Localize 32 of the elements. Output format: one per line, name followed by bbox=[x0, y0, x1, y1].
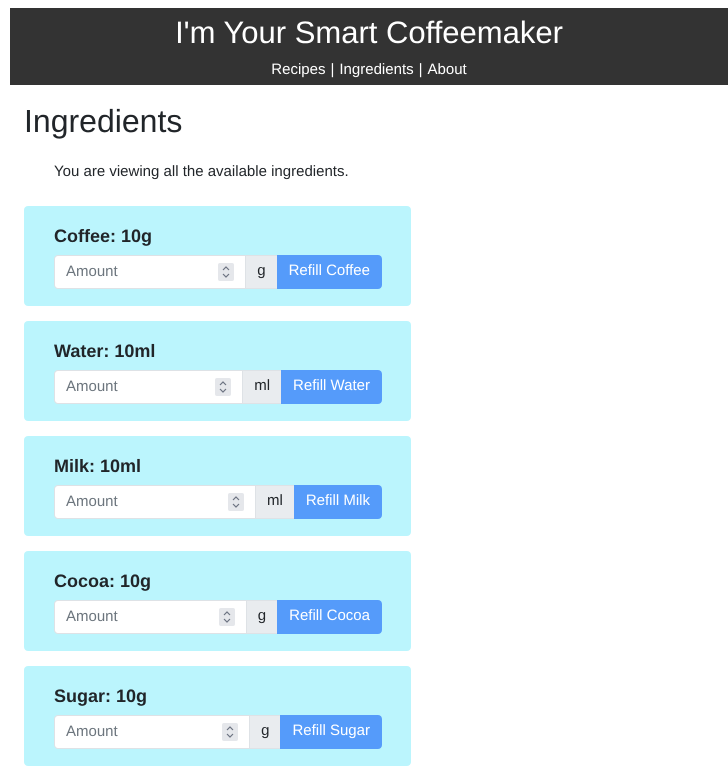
refill-button[interactable]: Refill Cocoa bbox=[277, 600, 382, 634]
nav-separator: | bbox=[330, 60, 334, 80]
nav-link[interactable]: About bbox=[428, 59, 467, 82]
ingredient-title: Sugar: 10g bbox=[54, 684, 148, 706]
unit-label: ml bbox=[256, 484, 294, 518]
page-heading: Ingredients bbox=[24, 102, 184, 141]
unit-label: g bbox=[250, 714, 280, 748]
refill-button[interactable]: Refill Coffee bbox=[276, 254, 382, 288]
spinner-icon[interactable] bbox=[228, 492, 244, 510]
spinner-icon[interactable] bbox=[215, 378, 232, 396]
amount-field[interactable]: Amount bbox=[54, 254, 246, 288]
unit-label: ml bbox=[243, 370, 282, 404]
nav-separator: | bbox=[418, 60, 423, 80]
amount-field[interactable]: Amount bbox=[54, 370, 244, 404]
refill-button[interactable]: Refill Milk bbox=[294, 484, 382, 518]
spinner-icon[interactable] bbox=[218, 262, 234, 280]
ingredient-title: Water: 10ml bbox=[54, 340, 156, 362]
nav-link[interactable]: Recipes bbox=[271, 59, 326, 82]
amount-field[interactable]: Amount bbox=[54, 484, 256, 518]
intro-text: You are viewing all the available ingredients. bbox=[54, 162, 350, 182]
ingredient-title: Milk: 10ml bbox=[54, 454, 142, 476]
unit-label: g bbox=[246, 600, 278, 634]
site-title: I'm Your Smart Coffeemaker bbox=[175, 14, 563, 52]
spinner-icon[interactable] bbox=[222, 722, 238, 740]
amount-field[interactable]: Amount bbox=[54, 714, 250, 748]
ingredient-title: Cocoa: 10g bbox=[54, 570, 152, 592]
refill-button[interactable]: Refill Water bbox=[281, 370, 382, 404]
ingredient-title: Coffee: 10g bbox=[54, 224, 152, 246]
nav-link[interactable]: Ingredients bbox=[339, 59, 414, 82]
refill-button[interactable]: Refill Sugar bbox=[280, 714, 382, 748]
unit-label: g bbox=[246, 254, 277, 288]
amount-field[interactable]: Amount bbox=[54, 600, 247, 634]
